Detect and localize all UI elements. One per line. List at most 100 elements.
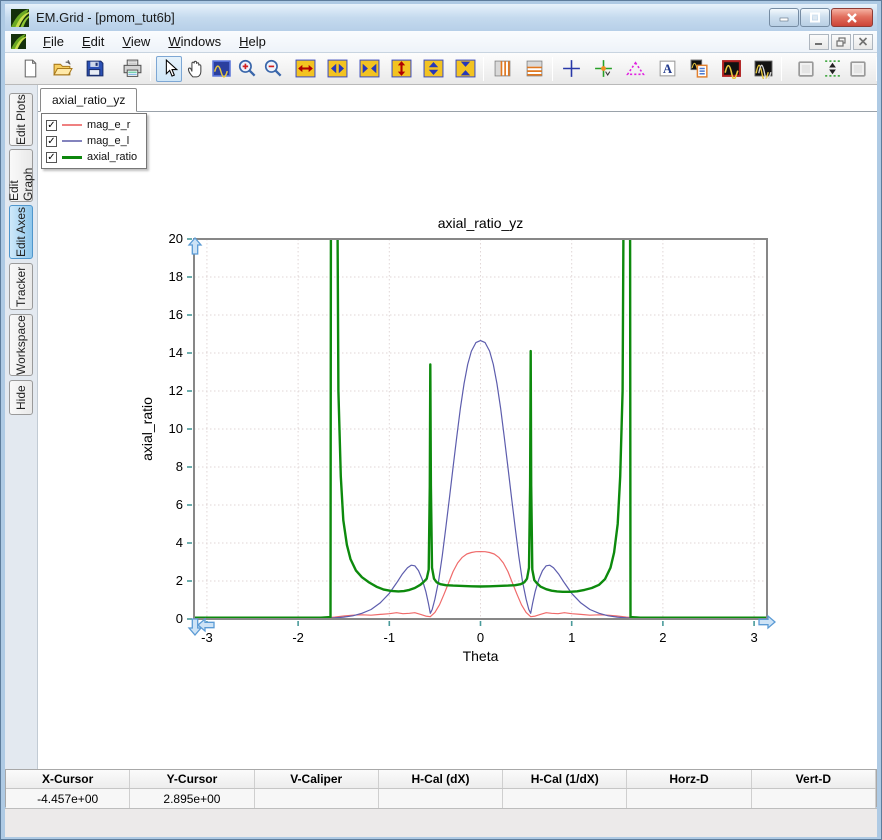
align-vertical-left-checkbox[interactable]	[793, 56, 819, 82]
mdi-close-icon	[858, 37, 868, 46]
overlay-plots-button[interactable]	[750, 56, 776, 82]
legend-item: ✓ mag_e_l	[46, 133, 142, 149]
sidebar-tab-tracker[interactable]: Tracker	[9, 263, 33, 310]
vertical-gridlines-icon	[494, 60, 510, 77]
legend-line-sample	[62, 140, 82, 142]
mdi-restore-button[interactable]	[831, 33, 851, 50]
text-annotation-button[interactable]: A	[654, 56, 680, 82]
x-tick-label: 1	[568, 630, 575, 645]
checkbox-icon	[797, 61, 814, 77]
checkbox-icon	[849, 61, 866, 77]
y-tick-label: 2	[176, 573, 183, 588]
shrink-y-button[interactable]	[452, 56, 478, 82]
save-button[interactable]	[81, 56, 107, 82]
h-cal-dx-value	[379, 789, 504, 808]
align-vertical-right-checkbox[interactable]	[845, 56, 871, 82]
document-logo-icon	[11, 34, 26, 49]
pan-tool-button[interactable]	[182, 56, 208, 82]
tracker-button[interactable]	[590, 56, 616, 82]
y-tick-label: 14	[169, 345, 183, 360]
status-header: Y-Cursor	[130, 770, 255, 788]
legend-label: mag_e_l	[87, 135, 130, 147]
y-axis-label: axial_ratio	[139, 397, 155, 461]
zoom-window-icon	[211, 60, 231, 78]
caliper-icon	[625, 61, 645, 76]
text-annotation-icon: A	[659, 60, 675, 77]
x-cursor-value: -4.457e+00	[6, 789, 131, 808]
highlight-plot-button[interactable]	[718, 56, 744, 82]
plot-properties-button[interactable]	[686, 56, 712, 82]
legend-checkbox-mag-e-l[interactable]: ✓	[46, 135, 57, 147]
v-caliper-value	[255, 789, 379, 808]
close-button[interactable]	[831, 8, 873, 27]
mdi-restore-icon	[835, 36, 846, 47]
cross-cursor-button[interactable]	[558, 56, 584, 82]
window-title: EM.Grid - [pmom_tut6b]	[36, 10, 175, 25]
full-x-button[interactable]	[292, 56, 318, 82]
y-cursor-value: 2.895e+00	[130, 789, 255, 808]
vertical-gridlines-button[interactable]	[489, 56, 515, 82]
menu-file[interactable]: File	[34, 32, 73, 51]
menu-help[interactable]: Help	[230, 32, 275, 51]
horizontal-gridlines-button[interactable]	[521, 56, 547, 82]
mdi-minimize-button[interactable]	[809, 33, 829, 50]
mdi-minimize-icon	[815, 43, 822, 45]
menu-edit[interactable]: Edit	[73, 32, 113, 51]
h-cal-1dx-value	[503, 789, 628, 808]
menu-bar: File Edit View Windows Help	[5, 31, 877, 53]
chart-svg[interactable]: -3 -2 -1 0 1 2 302468101214161820axial_ratio_y…	[138, 207, 794, 672]
zoom-in-button[interactable]	[234, 56, 260, 82]
y-tick-label: 12	[169, 383, 183, 398]
sidebar-tab-edit-graph[interactable]: Edit Graph	[7, 149, 35, 202]
minimize-button[interactable]	[769, 8, 799, 27]
svg-text:A: A	[662, 62, 671, 76]
new-button[interactable]	[17, 56, 43, 82]
expand-x-button[interactable]	[324, 56, 350, 82]
x-tick-label: -3	[201, 630, 213, 645]
y-max-handle[interactable]	[187, 237, 203, 255]
open-button[interactable]	[49, 56, 75, 82]
sidebar-tab-edit-axes[interactable]: Edit Axes	[9, 205, 33, 259]
chart-title: axial_ratio_yz	[438, 215, 524, 231]
cursor-arrow-icon	[165, 58, 178, 77]
tab-bar-divider	[38, 111, 877, 112]
maximize-icon	[810, 12, 820, 23]
x-tick-label: -1	[384, 630, 396, 645]
align-vertical-button[interactable]	[819, 56, 845, 82]
select-tool-button[interactable]	[156, 55, 182, 82]
save-icon	[86, 60, 103, 77]
status-strip	[5, 808, 877, 837]
menu-view[interactable]: View	[113, 32, 159, 51]
app-logo-icon	[11, 8, 29, 27]
pan-hand-icon	[187, 60, 201, 78]
cross-cursor-icon	[562, 60, 580, 77]
x-tick-label: 2	[659, 630, 666, 645]
sidebar-tab-edit-plots[interactable]: Edit Plots	[9, 93, 33, 146]
y-min-handle[interactable]	[187, 618, 203, 636]
mdi-close-button[interactable]	[853, 33, 873, 50]
zoom-out-button[interactable]	[260, 56, 286, 82]
status-header: Vert-D	[752, 770, 876, 788]
caliper-button[interactable]	[622, 56, 648, 82]
x-tick-label: -2	[292, 630, 304, 645]
maximize-button[interactable]	[800, 8, 830, 27]
sidebar-tab-workspace[interactable]: Workspace	[9, 314, 33, 376]
close-icon	[847, 12, 857, 23]
legend-checkbox-mag-e-r[interactable]: ✓	[46, 119, 57, 131]
full-y-button[interactable]	[388, 56, 414, 82]
x-axis-label: Theta	[463, 648, 499, 664]
print-button[interactable]	[119, 56, 145, 82]
menu-windows[interactable]: Windows	[159, 32, 230, 51]
sidebar-tab-hide[interactable]: Hide	[9, 380, 33, 415]
y-tick-label: 18	[169, 269, 183, 284]
full-x-icon	[295, 59, 315, 78]
shrink-x-button[interactable]	[356, 56, 382, 82]
document-tab[interactable]: axial_ratio_yz	[40, 88, 138, 112]
shrink-y-icon	[455, 59, 475, 78]
cursor-status-table: X-Cursor Y-Cursor V-Caliper H-Cal (dX) H…	[5, 769, 877, 808]
status-header: V-Caliper	[255, 770, 379, 788]
minimize-icon	[779, 17, 789, 22]
legend-checkbox-axial-ratio[interactable]: ✓	[46, 151, 57, 163]
expand-y-button[interactable]	[420, 56, 446, 82]
zoom-window-button[interactable]	[208, 56, 234, 82]
